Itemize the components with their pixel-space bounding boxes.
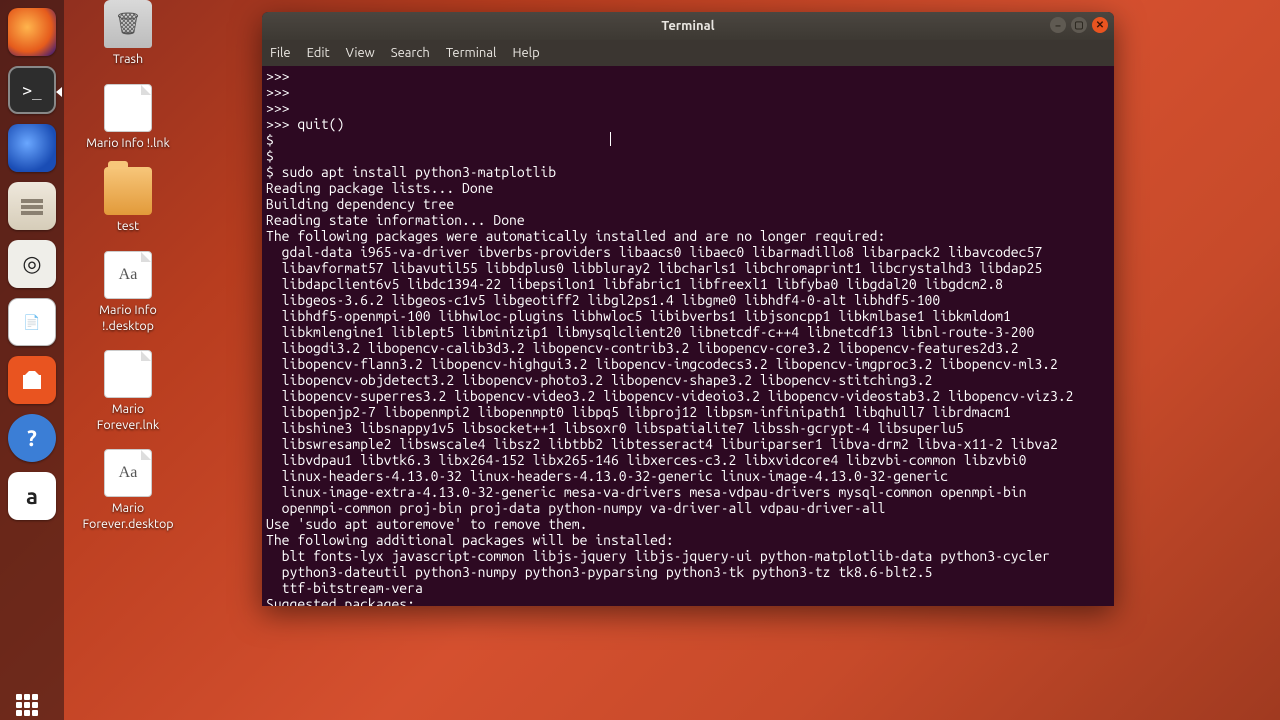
terminal-menubar: File Edit View Search Terminal Help bbox=[262, 40, 1114, 66]
show-applications-button[interactable] bbox=[16, 694, 38, 716]
desktop-icon-label: Mario Forever.lnk bbox=[84, 402, 172, 433]
launcher-firefox[interactable] bbox=[8, 8, 56, 56]
trash-icon: 🗑 bbox=[104, 0, 152, 48]
menu-terminal[interactable]: Terminal bbox=[446, 46, 497, 60]
launcher-files[interactable] bbox=[8, 182, 56, 230]
desktop-icon-label: Mario Forever.desktop bbox=[82, 501, 173, 532]
window-maximize-button[interactable]: ▢ bbox=[1071, 17, 1087, 33]
file-icon bbox=[104, 350, 152, 398]
window-minimize-button[interactable]: – bbox=[1050, 17, 1066, 33]
desktop-icon-label: Mario Info !.desktop bbox=[84, 303, 172, 334]
menu-edit[interactable]: Edit bbox=[307, 46, 330, 60]
launcher-help[interactable]: ? bbox=[8, 414, 56, 462]
file-icon bbox=[104, 84, 152, 132]
desktop-icon-mario-forever-lnk[interactable]: Mario Forever.lnk bbox=[84, 350, 172, 433]
file-icon: Aa bbox=[104, 251, 152, 299]
launcher-active-indicator bbox=[56, 87, 62, 97]
launcher-rhythmbox[interactable]: ◎ bbox=[8, 240, 56, 288]
file-icon: Aa bbox=[104, 449, 152, 497]
desktop-icon-label: test bbox=[117, 219, 139, 235]
desktop-icon-label: Trash bbox=[113, 52, 143, 68]
desktop-icon-mario-info-lnk[interactable]: Mario Info !.lnk bbox=[84, 84, 172, 152]
window-controls: – ▢ ✕ bbox=[1050, 17, 1108, 33]
menu-view[interactable]: View bbox=[346, 46, 375, 60]
menu-help[interactable]: Help bbox=[512, 46, 539, 60]
desktop-icon-label: Mario Info !.lnk bbox=[86, 136, 170, 152]
desktop-icons: 🗑 Trash Mario Info !.lnk test Aa Mario I… bbox=[84, 0, 172, 533]
launcher-software[interactable] bbox=[8, 356, 56, 404]
window-close-button[interactable]: ✕ bbox=[1092, 17, 1108, 33]
desktop-icon-mario-forever-desktop[interactable]: Aa Mario Forever.desktop bbox=[84, 449, 172, 532]
window-titlebar[interactable]: Terminal – ▢ ✕ bbox=[262, 12, 1114, 40]
desktop-icon-mario-info-desktop[interactable]: Aa Mario Info !.desktop bbox=[84, 251, 172, 334]
terminal-text-cursor bbox=[610, 132, 611, 146]
launcher-thunderbird[interactable] bbox=[8, 124, 56, 172]
terminal-window: Terminal – ▢ ✕ File Edit View Search Ter… bbox=[262, 12, 1114, 606]
terminal-content[interactable]: >>> >>> >>> >>> quit() $ $ $ sudo apt in… bbox=[262, 66, 1114, 606]
desktop-icon-trash[interactable]: 🗑 Trash bbox=[84, 0, 172, 68]
menu-file[interactable]: File bbox=[270, 46, 291, 60]
launcher-writer[interactable]: 📄 bbox=[8, 298, 56, 346]
menu-search[interactable]: Search bbox=[391, 46, 430, 60]
desktop-icon-test-folder[interactable]: test bbox=[84, 167, 172, 235]
launcher-amazon[interactable]: a bbox=[8, 472, 56, 520]
launcher-terminal[interactable]: >_ bbox=[8, 66, 56, 114]
window-title: Terminal bbox=[661, 19, 714, 33]
folder-icon bbox=[104, 167, 152, 215]
launcher-dock: >_ ◎ 📄 ? a bbox=[0, 0, 64, 720]
